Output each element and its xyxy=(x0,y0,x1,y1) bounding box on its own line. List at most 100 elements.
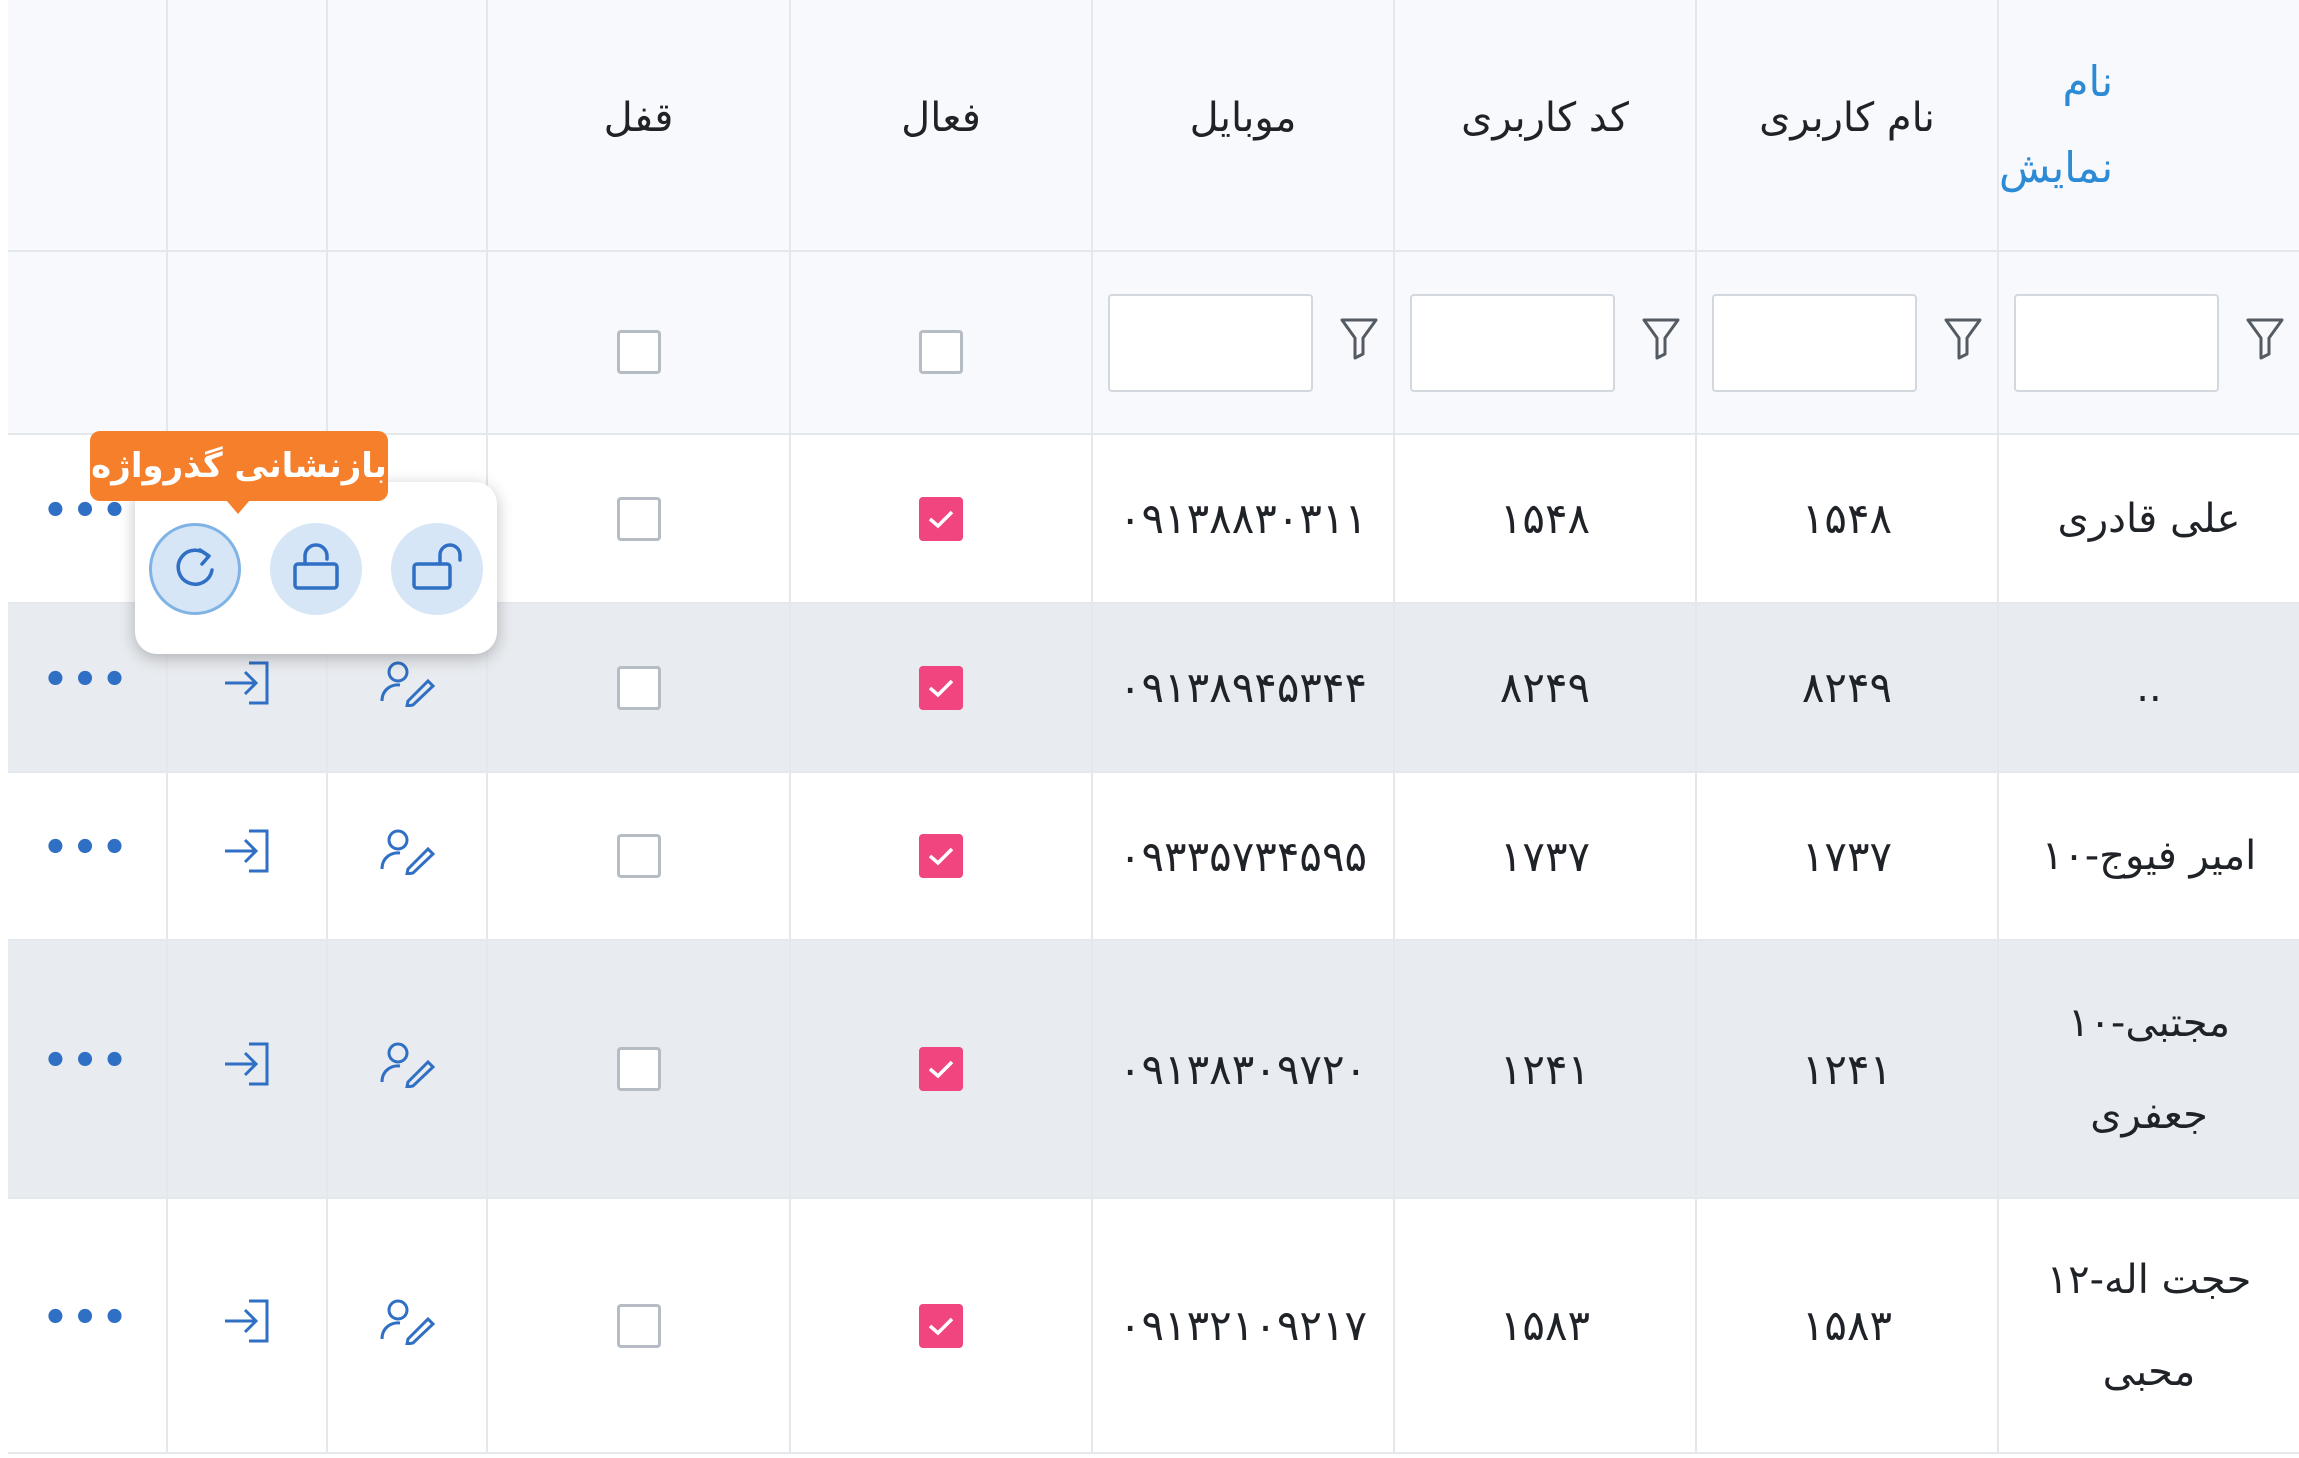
display-name-cell: علی قادری xyxy=(2057,495,2241,542)
edit-user-icon[interactable] xyxy=(378,659,436,717)
lock-cell xyxy=(488,773,791,939)
lock-checkbox[interactable] xyxy=(616,834,661,878)
display-name-filter-input[interactable] xyxy=(2013,293,2219,392)
edit-user-icon[interactable] xyxy=(378,827,436,885)
header-active[interactable]: فعال xyxy=(791,0,1093,250)
header-username[interactable]: نام کاربری xyxy=(1697,0,1999,250)
login-as-icon[interactable] xyxy=(219,825,275,887)
lock-cell xyxy=(488,435,791,602)
header-user-code[interactable]: کد کاربری xyxy=(1395,0,1697,250)
user-code-cell: ۱۲۴۱ xyxy=(1395,941,1697,1197)
edit-user-icon[interactable] xyxy=(378,1040,436,1098)
header-display-name[interactable]: نام نمایش xyxy=(1999,0,2299,250)
table-row: ••• ۰۹۳۳۵۷۳۴۵۹۵ ۱۷۳۷ ۱۷۳۷ امیر فیوج-۱۰ xyxy=(8,773,2299,941)
mobile-cell: ۰۹۳۳۵۷۳۴۵۹۵ xyxy=(1093,773,1395,939)
more-actions-button[interactable]: ••• xyxy=(43,825,132,871)
user-code-cell: ۱۵۸۳ xyxy=(1395,1199,1697,1452)
filter-icon[interactable] xyxy=(1339,316,1379,370)
lock-cell xyxy=(488,941,791,1197)
mobile-cell: ۰۹۱۳۸۹۴۵۳۴۴ xyxy=(1093,604,1395,771)
more-actions-cell: ••• xyxy=(8,773,168,939)
display-name-sort-link[interactable]: نام نمایش xyxy=(1999,39,2163,211)
username-cell: ۱۵۸۳ xyxy=(1697,1199,1999,1452)
table-header: قفل فعال موبایل کد کاربری نام کاربری نام… xyxy=(8,0,2299,252)
user-code-cell: ۸۲۴۹ xyxy=(1395,604,1697,771)
filter-display-name xyxy=(1999,252,2299,433)
active-checkbox[interactable] xyxy=(919,1303,963,1348)
filter-icon[interactable] xyxy=(1641,316,1681,370)
header-login xyxy=(168,0,328,250)
login-as-icon[interactable] xyxy=(219,657,275,719)
active-cell xyxy=(791,604,1093,771)
reset-password-tooltip: بازنشانی گذرواژه xyxy=(90,431,388,501)
display-name-line-1: حجت اله-۱۲ xyxy=(2046,1256,2252,1303)
lock-cell xyxy=(488,604,791,771)
display-name-cell: امیر فیوج-۱۰ xyxy=(2041,833,2257,879)
login-as-icon[interactable] xyxy=(219,1038,275,1100)
login-as-icon[interactable] xyxy=(219,1295,275,1357)
lock-open-icon xyxy=(289,540,343,598)
lock-user-button[interactable] xyxy=(270,523,362,615)
table-row: ••• ۰۹۱۳۸۳۰۹۷۲۰ ۱۲۴۱ ۱۲۴۱ مجتبی-۱۰ جعفری xyxy=(8,941,2299,1199)
user-code-filter-input[interactable] xyxy=(1409,293,1615,392)
lock-checkbox[interactable] xyxy=(616,1047,661,1091)
more-actions-button[interactable]: ••• xyxy=(43,1038,132,1084)
unlock-icon xyxy=(410,540,464,598)
display-name-line-2: محبی xyxy=(2102,1348,2196,1395)
header-more xyxy=(8,0,168,250)
username-filter-input[interactable] xyxy=(1711,293,1917,392)
mobile-cell: ۰۹۱۳۸۳۰۹۷۲۰ xyxy=(1093,941,1395,1197)
active-checkbox[interactable] xyxy=(919,1047,963,1091)
filter-active-checkbox[interactable] xyxy=(919,329,963,374)
mobile-cell: ۰۹۱۳۸۸۳۰۳۱۱ xyxy=(1093,435,1395,602)
reset-password-button[interactable] xyxy=(149,523,241,615)
login-cell xyxy=(168,773,328,939)
lock-checkbox[interactable] xyxy=(616,496,661,541)
filter-row xyxy=(8,252,2299,435)
display-name-cell: .. xyxy=(2136,664,2162,711)
login-cell xyxy=(168,941,328,1197)
header-edit xyxy=(328,0,488,250)
users-table: قفل فعال موبایل کد کاربری نام کاربری نام… xyxy=(0,0,2299,1458)
header-lock[interactable]: قفل xyxy=(488,0,791,250)
more-actions-button[interactable]: ••• xyxy=(43,1295,132,1341)
user-code-cell: ۱۷۳۷ xyxy=(1395,773,1697,939)
more-actions-cell: ••• xyxy=(8,941,168,1197)
filter-icon[interactable] xyxy=(1943,316,1983,370)
filter-icon[interactable] xyxy=(2245,316,2285,370)
filter-active xyxy=(791,252,1093,433)
display-name-line-2: جعفری xyxy=(2090,1092,2208,1138)
username-cell: ۱۷۳۷ xyxy=(1697,773,1999,939)
filter-lock-checkbox[interactable] xyxy=(616,329,661,374)
active-checkbox[interactable] xyxy=(919,496,963,541)
lock-cell xyxy=(488,1199,791,1452)
unlock-user-button[interactable] xyxy=(391,523,483,615)
edit-cell xyxy=(328,1199,488,1452)
edit-user-icon[interactable] xyxy=(378,1297,436,1355)
more-actions-button[interactable]: ••• xyxy=(43,657,132,703)
lock-checkbox[interactable] xyxy=(616,665,661,710)
username-cell: ۱۲۴۱ xyxy=(1697,941,1999,1197)
filter-user-code xyxy=(1395,252,1697,433)
username-cell: ۸۲۴۹ xyxy=(1697,604,1999,771)
edit-cell xyxy=(328,773,488,939)
filter-lock xyxy=(488,252,791,433)
active-checkbox[interactable] xyxy=(919,665,963,710)
filter-empty-1 xyxy=(8,252,168,433)
edit-cell xyxy=(328,941,488,1197)
refresh-icon xyxy=(170,542,220,596)
tooltip-arrow xyxy=(226,500,250,514)
row-actions-popup xyxy=(135,482,497,654)
filter-mobile xyxy=(1093,252,1395,433)
header-mobile[interactable]: موبایل xyxy=(1093,0,1395,250)
table-row: ••• ۰۹۱۳۲۱۰۹۲۱۷ ۱۵۸۳ ۱۵۸۳ حجت اله-۱۲ محب… xyxy=(8,1199,2299,1454)
more-actions-cell: ••• xyxy=(8,1199,168,1452)
display-name-cell: حجت اله-۱۲ محبی xyxy=(1999,1199,2299,1452)
lock-checkbox[interactable] xyxy=(616,1303,661,1348)
filter-empty-2 xyxy=(168,252,328,433)
active-checkbox[interactable] xyxy=(919,834,963,878)
filter-empty-3 xyxy=(328,252,488,433)
mobile-filter-input[interactable] xyxy=(1107,293,1313,392)
filter-username xyxy=(1697,252,1999,433)
active-cell xyxy=(791,1199,1093,1452)
